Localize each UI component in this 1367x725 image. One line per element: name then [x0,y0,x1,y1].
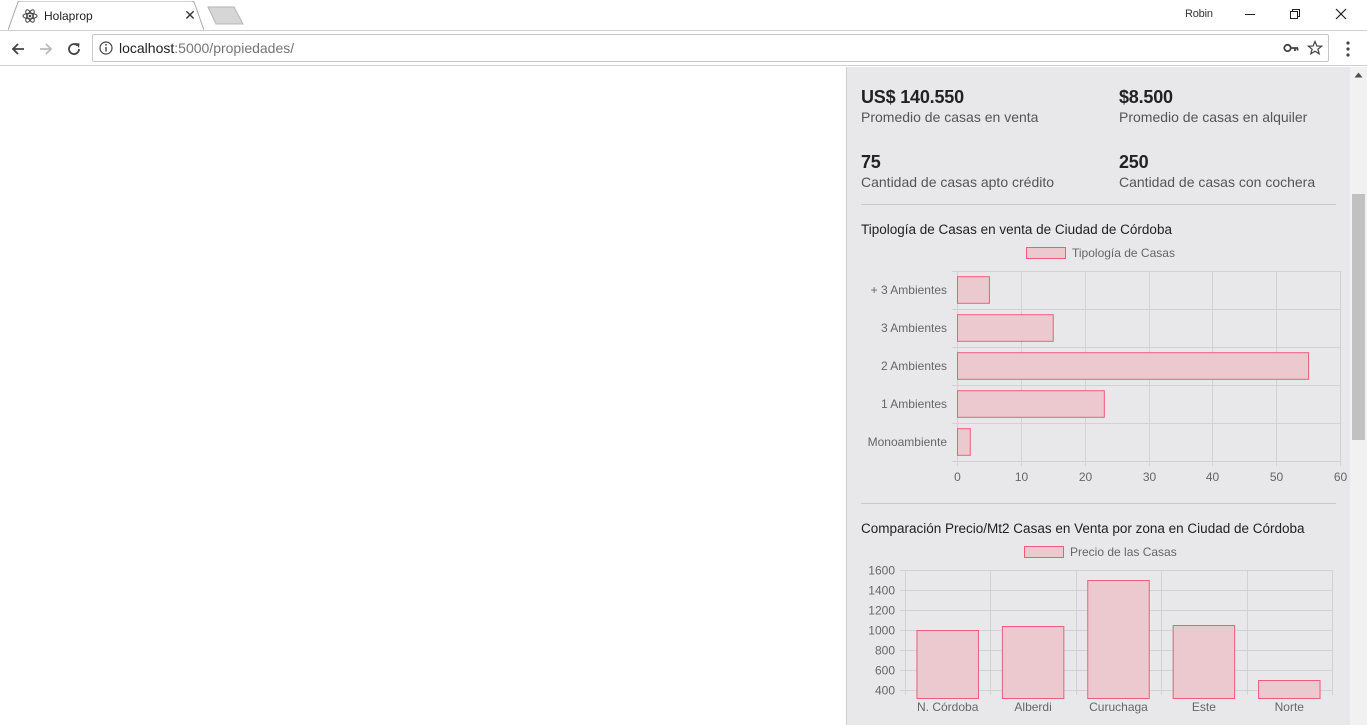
x-tick-label: 30 [1143,470,1157,484]
close-tab-icon[interactable]: ✕ [182,7,198,23]
stat-value: US$ 140.550 [861,87,964,107]
bar [957,276,990,304]
typology-chart-title: Tipología de Casas en venta de Ciudad de… [861,222,1172,237]
key-icon[interactable] [1283,41,1299,55]
divider [861,204,1336,205]
profile-button[interactable]: Robin [1185,8,1213,20]
x-tick-label: 40 [1206,470,1220,484]
tab-title: Holaprop [44,9,93,23]
bar [1087,580,1150,699]
stat-value: 75 [861,152,881,172]
stat-value: 250 [1119,152,1149,172]
info-icon[interactable] [99,41,113,55]
y-tick-label: 3 Ambientes [881,321,947,335]
url-text: localhost:5000/propiedades/ [119,40,294,56]
stat-label: Promedio de casas en venta [861,109,1039,125]
divider [861,503,1336,504]
y-tick-label: 600 [875,664,895,678]
x-tick-label: Este [1192,700,1216,714]
close-window-icon[interactable] [1318,0,1364,28]
y-tick-label: 400 [875,684,895,698]
x-tick-label: N. Córdoba [917,700,979,714]
stats-panel: US$ 140.550 Promedio de casas en venta $… [846,67,1350,725]
scrollbar-thumb[interactable] [1352,194,1365,440]
stat-value: $8.500 [1119,87,1173,107]
y-tick-label: 1000 [868,624,895,638]
scroll-up-arrow-icon[interactable] [1354,71,1363,79]
x-tick-label: 20 [1079,470,1093,484]
y-tick-label: 2 Ambientes [881,359,947,373]
y-tick-label: 1 Ambientes [881,397,947,411]
x-tick-label: 0 [954,470,961,484]
bar [1172,625,1236,699]
bookmark-star-icon[interactable] [1306,39,1324,56]
map-area [0,67,846,725]
bar [957,352,1310,380]
chart-legend: Precio de las Casas [1024,545,1177,559]
y-tick-label: 800 [875,644,895,658]
browser-menu-icon[interactable] [1340,37,1356,61]
new-tab-button[interactable] [206,6,246,26]
url-host: localhost [119,40,175,56]
bar [957,390,1105,418]
y-tick-label: 1600 [868,564,895,578]
y-tick-label: 1200 [868,604,895,618]
forward-arrow-icon[interactable] [34,37,58,61]
reload-icon[interactable] [62,37,86,61]
bar [1001,626,1065,699]
bar [957,428,971,456]
browser-titlebar: Holaprop ✕ Robin [0,0,1367,30]
chart-legend: Tipología de Casas [1026,246,1175,260]
legend-swatch [1024,546,1064,558]
x-tick-label: Alberdi [1014,700,1051,714]
browser-toolbar: localhost:5000/propiedades/ [0,30,1367,66]
bar [1258,680,1321,699]
address-bar[interactable]: localhost:5000/propiedades/ [92,34,1329,62]
y-tick-label: 1400 [868,584,895,598]
bar [916,630,979,699]
browser-tab[interactable]: Holaprop ✕ [8,1,204,30]
x-tick-label: 50 [1270,470,1284,484]
price-chart-title: Comparación Precio/Mt2 Casas en Venta po… [861,521,1305,536]
stat-rent-average: $8.500 Promedio de casas en alquiler [1119,87,1307,125]
stat-garage-count: 250 Cantidad de casas con cochera [1119,152,1315,190]
page-viewport: US$ 140.550 Promedio de casas en venta $… [0,67,1367,725]
back-arrow-icon[interactable] [6,37,30,61]
x-tick-label: 60 [1334,470,1348,484]
stat-credit-count: 75 Cantidad de casas apto crédito [861,152,1054,190]
x-tick-label: Norte [1275,700,1305,714]
page-scrollbar[interactable] [1350,67,1367,725]
react-atom-icon [22,8,38,24]
price-chart: Precio de las Casas 400 600 800 1000 1200 1400… [868,545,1333,714]
typology-chart: Tipología de Casas 0 10 20 30 40 50 60 + 3 Ambie… [868,246,1348,484]
minimize-icon[interactable] [1227,0,1273,28]
url-path: :5000/propiedades/ [174,40,295,56]
stat-label: Cantidad de casas apto crédito [861,174,1055,190]
stat-sale-average: US$ 140.550 Promedio de casas en venta [861,87,1038,125]
stat-label: Promedio de casas en alquiler [1119,109,1308,125]
legend-label: Precio de las Casas [1070,545,1177,559]
x-tick-label: 10 [1015,470,1029,484]
x-tick-label: Curuchaga [1089,700,1148,714]
y-tick-label: + 3 Ambientes [871,283,947,297]
stat-label: Cantidad de casas con cochera [1119,174,1316,190]
bar [957,314,1054,342]
y-tick-label: Monoambiente [868,435,948,449]
legend-label: Tipología de Casas [1072,246,1175,260]
restore-icon[interactable] [1272,0,1318,28]
legend-swatch [1026,247,1066,259]
